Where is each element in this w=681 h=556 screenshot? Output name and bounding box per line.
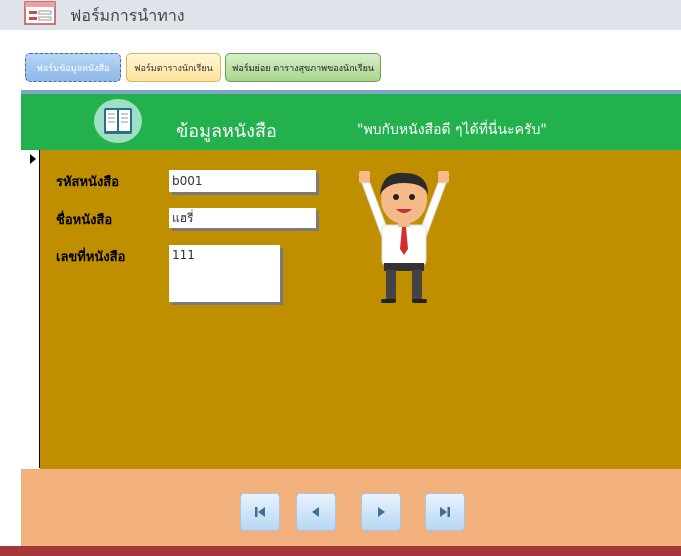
previous-record-button[interactable] xyxy=(296,493,336,531)
previous-record-icon xyxy=(312,507,319,517)
window-title: ฟอร์มการนำทาง xyxy=(70,6,185,25)
next-record-button[interactable] xyxy=(361,493,401,531)
form-icon xyxy=(24,1,56,25)
book-icon xyxy=(94,99,142,143)
tab-student-health-subform[interactable]: ฟอร์มย่อย ตารางสุขภาพของนักเรียน xyxy=(225,53,381,82)
record-selector[interactable] xyxy=(21,150,40,468)
tab-student-table-form[interactable]: ฟอร์มตารางนักเรียน xyxy=(126,53,221,82)
book-number-label: เลขที่หนังสือ xyxy=(56,250,126,265)
form-header: ข้อมูลหนังสือ "พบกับหนังสือดี ๆได้ที่นี่… xyxy=(21,94,681,150)
form-footer xyxy=(21,469,681,546)
book-id-field[interactable] xyxy=(169,170,316,192)
bottom-bar xyxy=(0,546,681,556)
title-bar: ฟอร์มการนำทาง xyxy=(0,0,681,30)
next-record-icon xyxy=(378,507,385,517)
last-record-icon xyxy=(440,507,450,517)
form-detail: รหัสหนังสือ ชื่อหนังสือ เลขที่หนังสือ 11… xyxy=(40,150,681,469)
book-id-label: รหัสหนังสือ xyxy=(56,175,120,190)
first-record-button[interactable] xyxy=(240,493,280,531)
book-name-label: ชื่อหนังสือ xyxy=(56,213,113,228)
cheering-man-illustration xyxy=(359,171,449,303)
first-record-icon xyxy=(255,507,265,517)
book-number-field[interactable]: 111 xyxy=(169,245,280,302)
current-record-arrow-icon xyxy=(30,154,36,164)
book-name-field[interactable] xyxy=(169,208,316,228)
tab-book-form[interactable]: ฟอร์มข้อมูลหนังสือ xyxy=(25,53,121,82)
last-record-button[interactable] xyxy=(425,493,465,531)
form-subtitle: "พบกับหนังสือดี ๆได้ที่นี่นะครับ" xyxy=(357,122,547,138)
form-title: ข้อมูลหนังสือ xyxy=(176,121,277,142)
